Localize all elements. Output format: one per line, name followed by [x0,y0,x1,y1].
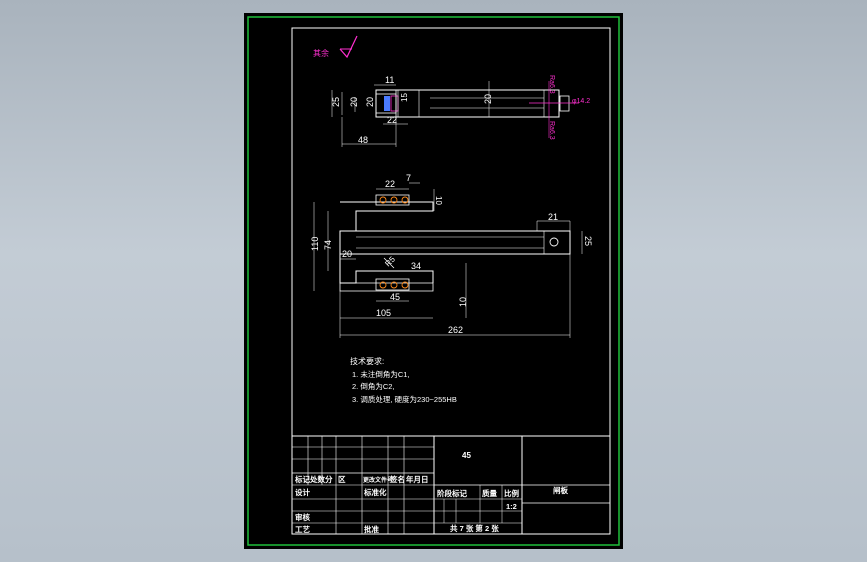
front-view: 22 7 10 21 110 74 25 20 34 45 10 105 262… [310,173,593,338]
tb-count: 处数 [309,474,325,484]
dim-262: 262 [448,325,463,335]
technical-notes: 技术要求: 1. 未注倒角为C1, 2. 倒角为C2, 3. 调质处理, 硬度为… [350,356,457,404]
notes-item-1: 1. 未注倒角为C1, [352,369,410,379]
end-pin-hole [549,237,559,247]
tb-weight: 质量 [482,488,497,498]
dim-20: 20 [342,249,352,259]
notes-title: 技术要求: [350,356,384,366]
tb-process-label: 工艺 [295,524,310,534]
top-view: 11 20 25 20 15 22 48 20 φ14.2 Ra6.3 Ra6.… [331,75,590,147]
tb-zone: 区 [338,475,346,484]
tb-mark: 标记 [294,474,310,484]
tb-scale-value: 1:2 [506,502,517,511]
callout-hole-diameter: φ14.2 [572,98,590,105]
callout-roughness-top: Ra6.3 [548,75,555,94]
tb-approve-label: 批准 [364,524,379,534]
tb-section: 分 [325,474,333,484]
cad-drawing-viewport[interactable]: 其余 11 20 25 20 15 22 48 20 φ14.2 Ra6.3 R… [244,13,623,549]
tb-signature: 签名 [389,474,405,484]
dim-110: 110 [310,237,320,251]
notes-item-2: 2. 倒角为C2, [352,381,395,391]
dim-74: 74 [323,240,333,250]
dim-20-right: 20 [483,94,493,104]
dim-10-top: 10 [434,196,443,205]
tb-designer-label: 设计 [295,487,310,497]
callout-roughness-bottom: Ra6.3 [548,121,555,140]
tb-stage-mark: 阶段标记 [437,488,467,498]
dim-34: 34 [411,261,421,271]
dim-15: 15 [400,93,409,102]
tb-material: 45 [462,451,471,460]
tb-sheet-count: 共 7 张 第 2 张 [450,523,499,533]
front-view-main-bar [339,230,571,255]
dim-25: 25 [583,236,593,246]
front-view-upper-arm [340,201,434,232]
dim-20-mid: 20 [365,97,375,107]
dim-105: 105 [376,308,391,318]
tb-part-name: 闸板 [553,485,568,495]
dim-25: 25 [331,97,341,107]
dim-10-bottom: 10 [458,297,468,307]
dim-22: 22 [387,115,397,125]
roughness-symbol [339,35,358,59]
front-view-upper-block [375,194,410,206]
title-block: 标记 处数 分 区 更改文件号 签名 年月日 设计 标准化 审核 工艺 批准 4… [291,435,611,535]
top-view-hidden-slot [384,96,390,111]
tb-date: 年月日 [406,474,429,484]
tb-review-label: 审核 [295,512,310,522]
notes-item-3: 3. 调质处理, 硬度为230~255HB [352,394,457,404]
dim-7: 7 [406,173,411,183]
tb-change-doc: 更改文件号 [363,476,393,484]
front-view-lower-block [375,278,410,291]
dim-21: 21 [548,212,558,222]
dim-22: 22 [385,179,395,189]
dim-45: 45 [390,292,400,302]
dim-11: 11 [385,75,394,85]
drawing-sheet-svg: 其余 11 20 25 20 15 22 48 20 φ14.2 Ra6.3 R… [247,16,620,546]
surface-symbol-label: 其余 [313,48,329,58]
callout-fillet: R5 [383,254,397,268]
top-view-end-hole [559,95,570,112]
dim-48: 48 [358,135,368,145]
top-view-magenta-slot [390,95,399,112]
tb-scale-label: 比例 [504,488,519,498]
tb-standardize-label: 标准化 [363,487,387,497]
dim-20-left: 20 [349,97,359,107]
